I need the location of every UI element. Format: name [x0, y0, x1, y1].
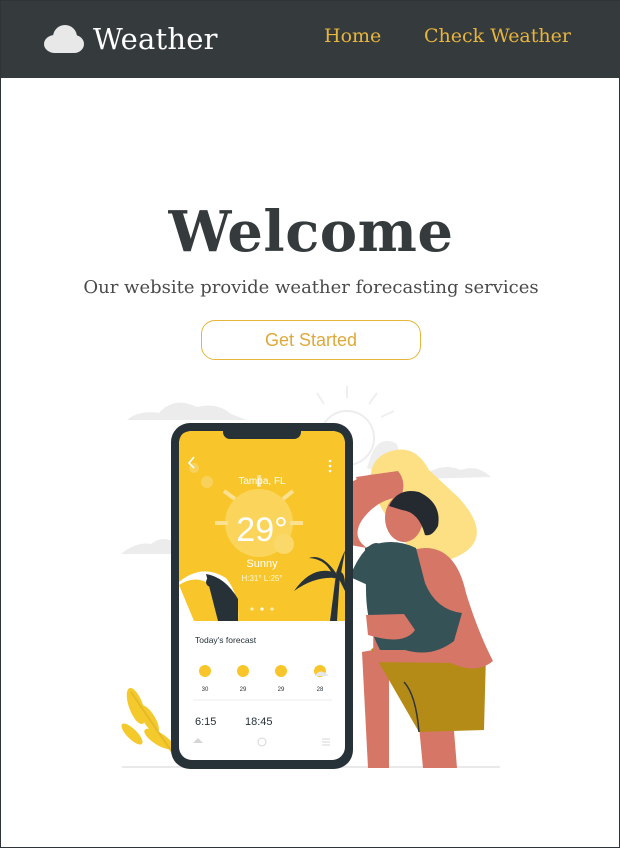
weather-app-illustration: Tampa, FL 29° Sunny H:31° L:25° Today's … — [121, 386, 500, 769]
phone-high-low: H:31° L:25° — [241, 574, 282, 583]
hero-title: Welcome — [168, 199, 454, 265]
phone-temperature: 29° — [236, 511, 287, 549]
phone-mockup: Tampa, FL 29° Sunny H:31° L:25° Today's … — [171, 423, 353, 769]
brand[interactable]: Weather — [41, 19, 218, 59]
nav-home-link[interactable]: Home — [324, 25, 381, 47]
sunrise-time: 6:15 — [195, 716, 216, 728]
cloud-icon — [44, 25, 84, 53]
top-navbar: Weather Home Check Weather — [1, 1, 620, 78]
phone-condition: Sunny — [246, 558, 278, 570]
hero-subtitle: Our website provide weather forecasting … — [83, 277, 539, 298]
phone-location: Tampa, FL — [238, 476, 286, 487]
forecast-heading: Today's forecast — [195, 635, 257, 645]
sunset-time: 18:45 — [245, 716, 273, 728]
brand-name: Weather — [93, 22, 218, 56]
forecast-value-3: 29 — [278, 687, 285, 693]
forecast-value-1: 30 — [202, 687, 209, 693]
get-started-button[interactable]: Get Started — [201, 320, 421, 360]
forecast-value-2: 29 — [240, 687, 247, 693]
forecast-value-4: 28 — [317, 687, 324, 693]
nav-check-weather-link[interactable]: Check Weather — [424, 25, 571, 47]
plant-icon — [121, 687, 180, 763]
